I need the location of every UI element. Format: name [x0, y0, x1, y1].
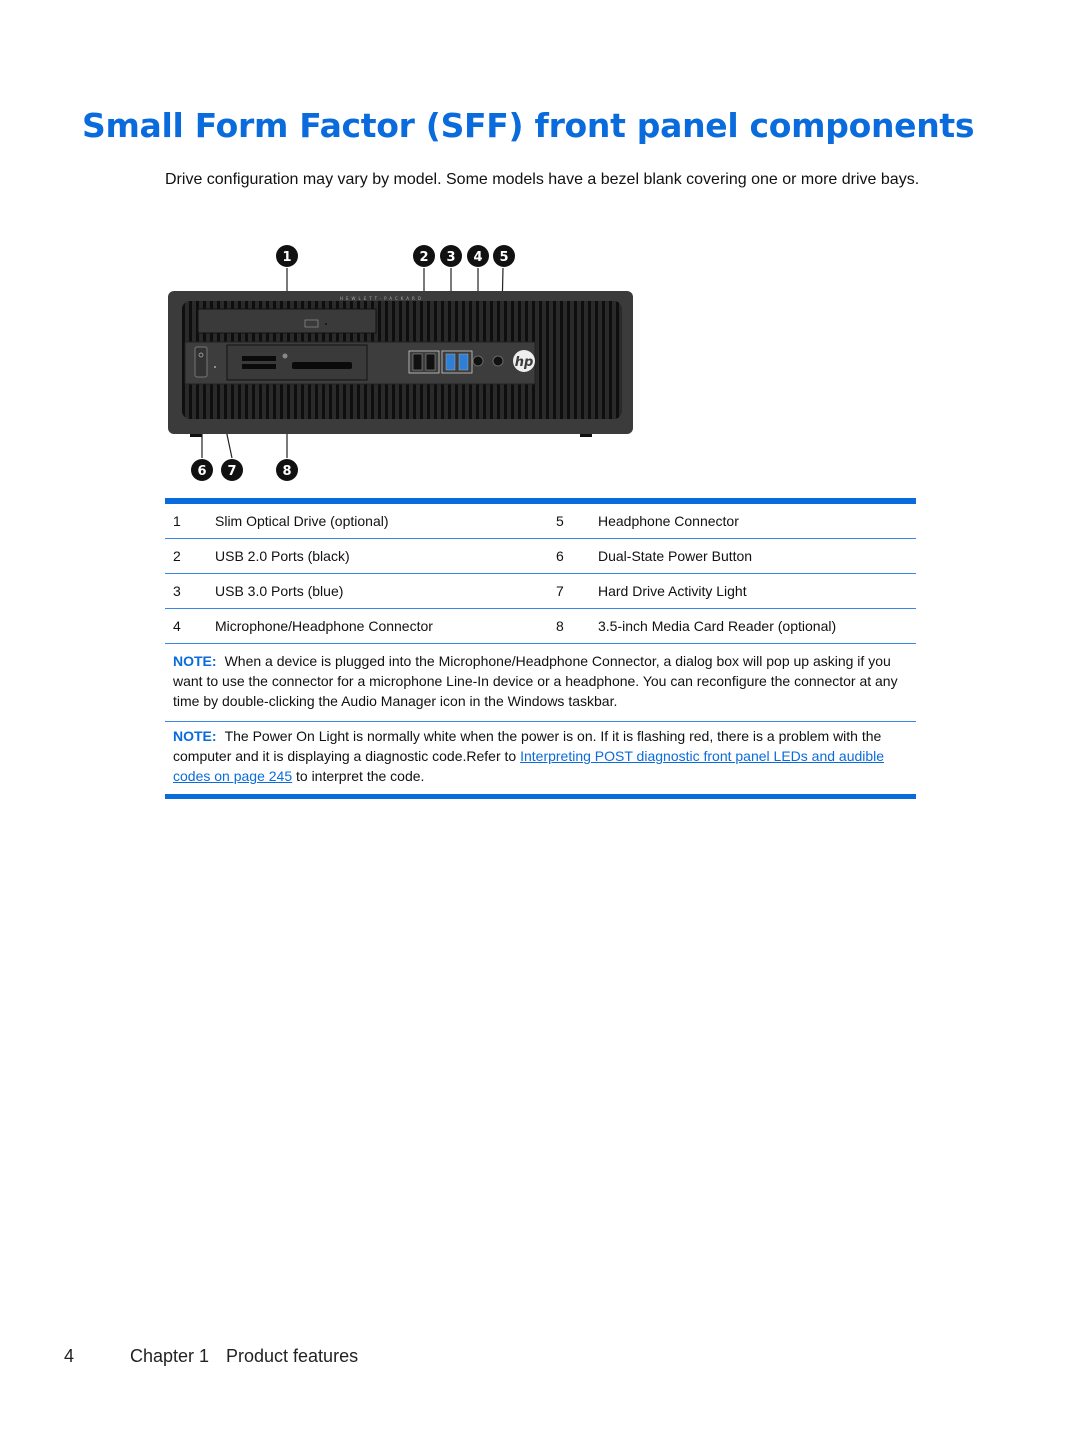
item-label: USB 2.0 Ports (black) [215, 538, 548, 574]
item-label: Hard Drive Activity Light [598, 573, 916, 609]
chapter-label: Chapter 1 [130, 1346, 210, 1366]
item-number: 7 [548, 573, 598, 609]
item-label: Slim Optical Drive (optional) [215, 501, 548, 539]
intro-paragraph: Drive configuration may vary by model. S… [165, 171, 920, 188]
svg-text:hp: hp [515, 355, 534, 370]
callout-5: 5 [493, 245, 515, 267]
note-text: to interpret the code. [292, 768, 425, 784]
item-number: 3 [165, 573, 215, 609]
table-row: 1 Slim Optical Drive (optional) 5 Headph… [165, 501, 916, 539]
svg-text:6: 6 [197, 464, 206, 479]
components-table: 1 Slim Optical Drive (optional) 5 Headph… [165, 498, 916, 644]
table-row: 3 USB 3.0 Ports (blue) 7 Hard Drive Acti… [165, 573, 916, 609]
front-panel-figure: HEWLETT-PACKARD hp 1 2 3 4 5 6 7 8 [160, 238, 640, 488]
power-button [194, 346, 208, 378]
callout-4: 4 [467, 245, 489, 267]
page-title: Small Form Factor (SFF) front panel comp… [82, 106, 975, 145]
computer-front-illustration: HEWLETT-PACKARD hp 1 2 3 4 5 6 7 8 [168, 245, 633, 481]
note-audio-connector: NOTE: When a device is plugged into the M… [165, 651, 916, 722]
svg-text:7: 7 [227, 464, 236, 479]
callout-2: 2 [413, 245, 435, 267]
svg-text:1: 1 [282, 250, 291, 265]
svg-text:5: 5 [499, 250, 508, 265]
callout-8: 8 [276, 459, 298, 481]
note-power-light: NOTE: The Power On Light is normally whit… [165, 726, 916, 799]
note-label: NOTE: [173, 653, 217, 669]
item-number: 6 [548, 538, 598, 574]
brand-text: HEWLETT-PACKARD [340, 296, 424, 301]
svg-text:4: 4 [473, 250, 482, 265]
callout-6: 6 [191, 459, 213, 481]
table-row: 2 USB 2.0 Ports (black) 6 Dual-State Pow… [165, 538, 916, 574]
item-label: Microphone/Headphone Connector [215, 608, 548, 644]
note-text: When a device is plugged into the Microp… [173, 653, 898, 709]
page-number: 4 [64, 1346, 75, 1366]
callout-7: 7 [221, 459, 243, 481]
item-number: 4 [165, 608, 215, 644]
note-label: NOTE: [173, 728, 217, 744]
callout-3: 3 [440, 245, 462, 267]
item-label: Headphone Connector [598, 501, 916, 539]
optical-drive [197, 308, 377, 334]
headphone-jack [492, 355, 504, 367]
section-label: Product features [226, 1346, 359, 1366]
item-label: 3.5-inch Media Card Reader (optional) [598, 608, 916, 644]
table-row: 4 Microphone/Headphone Connector 8 3.5-i… [165, 608, 916, 644]
callout-1: 1 [276, 245, 298, 267]
item-number: 2 [165, 538, 215, 574]
item-label: Dual-State Power Button [598, 538, 916, 574]
item-number: 5 [548, 501, 598, 539]
mic-headphone-jack [472, 355, 484, 367]
item-number: 1 [165, 501, 215, 539]
svg-text:8: 8 [282, 464, 291, 479]
svg-text:3: 3 [446, 250, 455, 265]
svg-text:2: 2 [419, 250, 428, 265]
item-label: USB 3.0 Ports (blue) [215, 573, 548, 609]
hdd-light [214, 366, 216, 368]
item-number: 8 [548, 608, 598, 644]
